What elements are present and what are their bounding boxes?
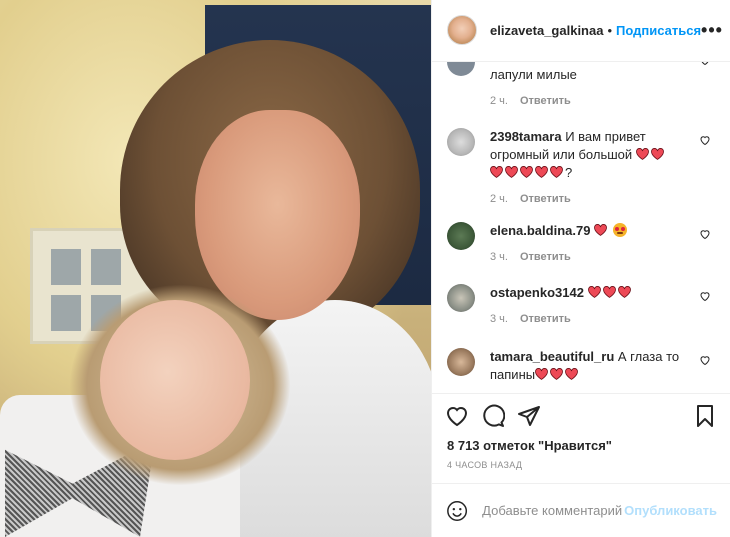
save-bookmark-icon[interactable]: [693, 404, 717, 428]
commenter-username[interactable]: tamara_beautiful_ru: [490, 349, 614, 364]
post-photo[interactable]: [0, 0, 431, 537]
post-side-panel: elizaveta_galkinaa • Подписаться ••• лап…: [431, 0, 730, 537]
commenter-avatar[interactable]: [447, 347, 475, 376]
photo-girl-face: [100, 300, 250, 460]
red-heart-emoji: [602, 285, 616, 298]
heart-emojis: [635, 147, 666, 162]
share-paper-plane-icon[interactable]: [517, 404, 541, 428]
heart-emojis: [490, 165, 565, 180]
red-heart-emoji: [565, 367, 578, 380]
comment-item: ostapenko3142 3 ч. Ответить: [447, 283, 717, 328]
commenter-avatar[interactable]: [447, 221, 475, 250]
commenter-avatar[interactable]: [447, 61, 475, 76]
comment-text: лапули милые: [490, 66, 577, 82]
like-comment-heart-icon[interactable]: [699, 354, 711, 366]
comment-body: лапули милые 2 ч. Ответить: [490, 62, 690, 110]
like-comment-heart-icon[interactable]: [699, 290, 711, 302]
comment-time: 2 ч.: [490, 94, 508, 107]
comment-time: 2 ч.: [490, 192, 508, 205]
author-username[interactable]: elizaveta_galkinaa: [490, 23, 603, 38]
red-heart-emoji: [520, 165, 533, 178]
comment-time: 3 ч.: [490, 250, 508, 263]
like-comment-heart-icon[interactable]: [699, 134, 711, 146]
like-comment-heart-icon[interactable]: [699, 61, 711, 66]
like-comment-heart-icon[interactable]: [699, 228, 711, 240]
heart-emojis: [594, 223, 609, 238]
commenter-avatar[interactable]: [447, 283, 475, 312]
comment-text-suffix: ?: [565, 164, 573, 180]
commenter-username[interactable]: elena.baldina.79: [490, 223, 590, 238]
commenter-username[interactable]: 2398tamara: [490, 129, 562, 144]
comment-meta: 3 ч. Ответить: [490, 310, 690, 328]
red-heart-emoji: [594, 223, 607, 236]
emoji-smiley-icon[interactable]: [446, 499, 468, 523]
comment-body: 2398tamara И вам привет огромный или бол…: [490, 128, 690, 208]
heart-emojis: [535, 367, 580, 382]
red-heart-emoji: [535, 165, 548, 178]
likes-count[interactable]: 8 713 отметок "Нравится": [432, 438, 730, 456]
red-heart-emoji: [550, 165, 563, 178]
author-avatar[interactable]: [447, 15, 477, 46]
comment-item: 2398tamara И вам привет огромный или бол…: [447, 127, 717, 208]
header-separator: •: [607, 22, 613, 38]
comment-item: лапули милые 2 ч. Ответить: [447, 61, 717, 110]
comment-input[interactable]: [480, 502, 625, 520]
red-heart-emoji: [535, 367, 548, 380]
follow-button[interactable]: Подписаться: [616, 23, 701, 38]
like-heart-icon[interactable]: [445, 404, 469, 428]
reply-button[interactable]: Ответить: [520, 95, 571, 107]
comment-meta: 2 ч. Ответить: [490, 92, 690, 110]
photo-man-face: [195, 110, 360, 320]
post-frame: elizaveta_galkinaa • Подписаться ••• лап…: [0, 0, 730, 537]
red-heart-emoji: [587, 285, 601, 298]
post-actions: [432, 392, 730, 438]
reply-button[interactable]: Ответить: [520, 193, 571, 205]
comment-time: 3 ч.: [490, 312, 508, 325]
post-timestamp[interactable]: 4 часов назад: [432, 456, 730, 484]
comment-meta: 2 ч. Ответить: [490, 190, 690, 208]
comments-list[interactable]: лапули милые 2 ч. Ответить 2398tamara И в…: [432, 61, 730, 393]
comment-body: tamara_beautiful_ru А глаза то папины: [490, 348, 690, 384]
red-heart-emoji: [650, 147, 664, 160]
comment-meta: 3 ч. Ответить: [490, 248, 690, 266]
reply-button[interactable]: Ответить: [520, 313, 571, 325]
commenter-username[interactable]: ostapenko3142: [490, 285, 584, 300]
publish-comment-button[interactable]: Опубликовать: [624, 503, 717, 518]
post-header: elizaveta_galkinaa • Подписаться •••: [432, 0, 730, 62]
comment-body: ostapenko3142 3 ч. Ответить: [490, 284, 690, 328]
comment-item: tamara_beautiful_ru А глаза то папины: [447, 347, 717, 384]
red-heart-emoji: [617, 285, 631, 298]
more-options-button[interactable]: •••: [701, 20, 723, 41]
red-heart-emoji: [635, 147, 649, 160]
red-heart-emoji: [550, 367, 563, 380]
heart-eyes-emoji: [612, 222, 627, 237]
heart-emojis: [587, 285, 633, 300]
red-heart-emoji: [505, 165, 518, 178]
commenter-avatar[interactable]: [447, 127, 475, 156]
red-heart-emoji: [490, 165, 503, 178]
comment-body: elena.baldina.79 3 ч. Ответить: [490, 222, 690, 266]
comment-item: elena.baldina.79 3 ч. Ответить: [447, 221, 717, 266]
comment-bubble-icon[interactable]: [481, 404, 505, 428]
reply-button[interactable]: Ответить: [520, 251, 571, 263]
add-comment-bar: Опубликовать: [432, 483, 730, 537]
